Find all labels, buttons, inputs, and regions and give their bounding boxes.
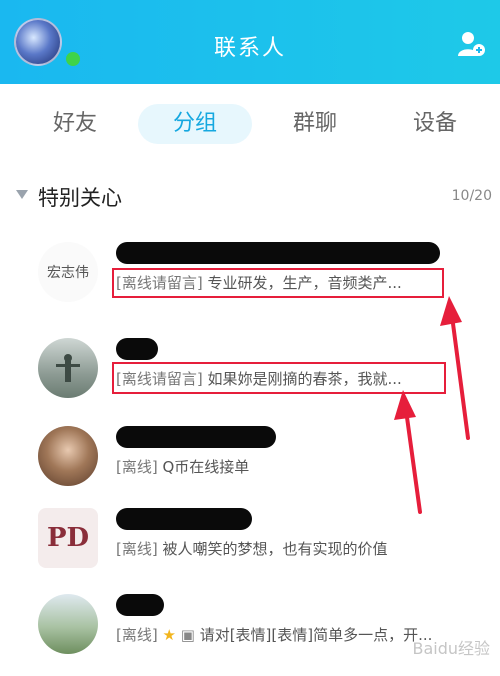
- annotation-arrows: [394, 296, 470, 514]
- watermark: Baidu经验: [412, 639, 490, 658]
